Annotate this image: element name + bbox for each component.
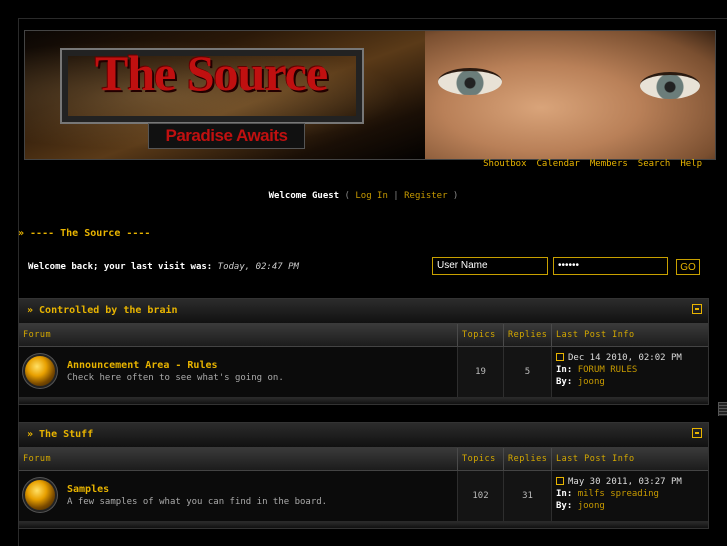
category-header: » Controlled by the brain <box>19 299 708 324</box>
col-replies: Replies <box>503 448 551 470</box>
col-last-post: Last Post Info <box>551 324 708 346</box>
password-input[interactable]: •••••• <box>553 257 668 275</box>
forum-topics-count: 102 <box>457 471 503 521</box>
link-separator: | <box>393 191 399 201</box>
nav-shoutbox[interactable]: Shoutbox <box>483 159 526 169</box>
column-headers: Forum Topics Replies Last Post Info <box>19 324 708 347</box>
category-header: » The Stuff <box>19 423 708 448</box>
last-post-author-link[interactable]: joong <box>578 377 605 387</box>
forum-replies-count: 31 <box>503 471 551 521</box>
collapse-toggle-icon[interactable] <box>692 428 702 438</box>
forum-replies-count: 5 <box>503 347 551 397</box>
forum-name-link[interactable]: Announcement Area - Rules <box>67 360 218 371</box>
forum-name-link[interactable]: Samples <box>67 484 109 495</box>
col-last-post: Last Post Info <box>551 448 708 470</box>
board-section-title: » ---- The Source ---- <box>18 228 150 239</box>
top-navigation: Shoutbox Calendar Members Search Help <box>483 159 702 169</box>
double-arrow-icon: » <box>18 228 25 239</box>
nav-members[interactable]: Members <box>590 159 628 169</box>
forum-status-icon <box>25 356 55 386</box>
nav-help[interactable]: Help <box>680 159 702 169</box>
last-post-icon[interactable] <box>556 353 564 361</box>
category-title[interactable]: » The Stuff <box>27 429 93 440</box>
forum-info: Announcement Area - Rules Check here oft… <box>19 347 457 397</box>
category-footer <box>19 398 708 404</box>
board-title: ---- The Source ---- <box>30 228 151 239</box>
last-post-info: Dec 14 2010, 02:02 PM In: FORUM RULES By… <box>551 347 708 397</box>
last-post-topic-link[interactable]: milfs spreading <box>578 489 659 499</box>
welcome-bar: Welcome Guest ( Log In | Register ) <box>0 191 727 201</box>
paren-open: ( <box>344 191 350 201</box>
category-block: » Controlled by the brain Forum Topics R… <box>18 298 709 405</box>
category-title[interactable]: » Controlled by the brain <box>27 305 178 316</box>
last-visit-value: Today, 02:47 PM <box>217 262 299 272</box>
forum-description: Check here often to see what's going on. <box>67 373 284 383</box>
category-footer <box>19 522 708 528</box>
column-headers: Forum Topics Replies Last Post Info <box>19 448 708 471</box>
col-topics: Topics <box>457 448 503 470</box>
category-block: » The Stuff Forum Topics Replies Last Po… <box>18 422 709 529</box>
paren-close: ) <box>452 191 459 201</box>
go-button[interactable]: GO <box>676 259 700 275</box>
last-post-date: Dec 14 2010, 02:02 PM <box>568 353 682 363</box>
username-input[interactable]: User Name <box>432 257 548 275</box>
forum-row: Announcement Area - Rules Check here oft… <box>19 347 708 398</box>
last-visit-label: Welcome back; your last visit was: <box>28 262 213 272</box>
forum-topics-count: 19 <box>457 347 503 397</box>
last-post-icon[interactable] <box>556 477 564 485</box>
forum-info: Samples A few samples of what you can fi… <box>19 471 457 521</box>
nav-calendar[interactable]: Calendar <box>537 159 580 169</box>
login-link[interactable]: Log In <box>355 191 388 201</box>
forum-row: Samples A few samples of what you can fi… <box>19 471 708 522</box>
in-label: In: <box>556 489 573 499</box>
last-post-topic-link[interactable]: FORUM RULES <box>578 365 638 375</box>
banner-eye-right <box>640 72 700 99</box>
last-post-info: May 30 2011, 03:27 PM In: milfs spreadin… <box>551 471 708 521</box>
banner-eye-left <box>438 68 502 95</box>
scrollbar-grip[interactable] <box>718 402 727 416</box>
register-link[interactable]: Register <box>404 191 447 201</box>
welcome-greeting: Welcome Guest <box>268 191 340 201</box>
by-label: By: <box>556 377 573 387</box>
col-forum: Forum <box>23 454 52 464</box>
forum-description: A few samples of what you can find in th… <box>67 497 328 507</box>
col-forum: Forum <box>23 330 52 340</box>
in-label: In: <box>556 365 573 375</box>
col-replies: Replies <box>503 324 551 346</box>
last-visit: Welcome back; your last visit was: Today… <box>28 262 299 272</box>
last-post-author-link[interactable]: joong <box>578 501 605 511</box>
last-post-date: May 30 2011, 03:27 PM <box>568 477 682 487</box>
nav-search[interactable]: Search <box>638 159 671 169</box>
col-topics: Topics <box>457 324 503 346</box>
collapse-toggle-icon[interactable] <box>692 304 702 314</box>
forum-status-icon <box>25 480 55 510</box>
logo-title: The Source <box>95 45 328 101</box>
logo-subtitle: Paradise Awaits <box>148 123 305 149</box>
by-label: By: <box>556 501 573 511</box>
